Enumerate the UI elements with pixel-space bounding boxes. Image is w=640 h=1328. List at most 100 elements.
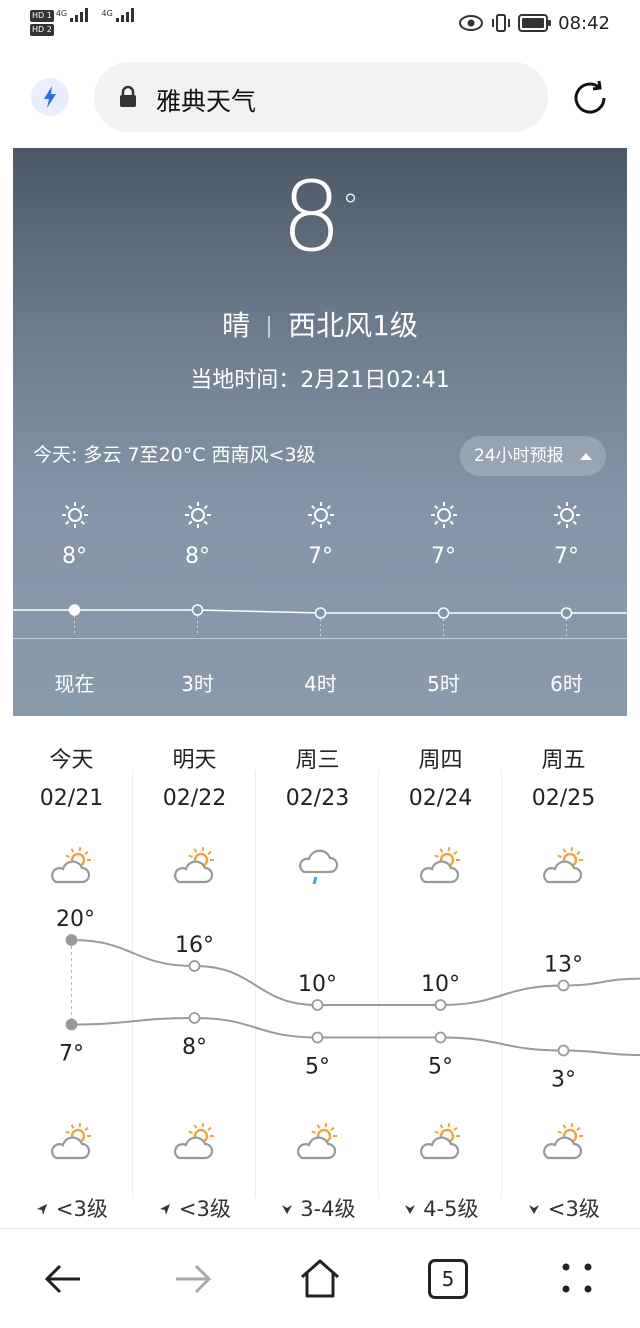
hourly-point [316, 608, 326, 618]
divider [268, 316, 270, 338]
sun-icon [429, 500, 459, 530]
home-icon [296, 1255, 344, 1301]
partly-cloudy-icon [538, 844, 590, 888]
low-temp-label: 5° [428, 1055, 453, 1080]
hourly-point [562, 608, 572, 618]
low-point [436, 1033, 446, 1043]
signal-indicators: HD 14G 4G HD 2 [30, 8, 136, 36]
hourly-sun-icon-wrap [259, 500, 382, 534]
hourly-temp: 7° [259, 544, 382, 569]
wind-level: 3-4级 [300, 1197, 355, 1221]
today-summary: 今天: 多云 7至20°C 西南风<3级 [33, 440, 316, 467]
day-wind: <3级 [133, 1193, 256, 1223]
day-weather-icon-wrap [133, 844, 256, 892]
hd1-badge: HD 1 [30, 10, 54, 22]
hourly-point [70, 605, 80, 615]
tabs-button[interactable]: 5 [428, 1259, 468, 1299]
current-temperature: 8° [13, 162, 627, 272]
hourly-point [439, 608, 449, 618]
wind-level: <3级 [56, 1197, 108, 1221]
high-point [559, 981, 569, 991]
vibrate-icon [490, 12, 512, 34]
night-weather-icon-wrap [379, 1120, 502, 1168]
home-button[interactable] [296, 1255, 344, 1301]
day-name: 周三 [256, 742, 379, 774]
high-point [67, 935, 77, 945]
speed-mode-button[interactable] [31, 78, 69, 116]
day-wind: <3级 [502, 1193, 625, 1223]
day-wind: 4-5级 [379, 1193, 502, 1223]
day-date: 02/22 [133, 786, 256, 811]
wind-text: 西北风1级 [288, 309, 418, 342]
low-temperature-line [72, 1018, 640, 1055]
menu-button[interactable] [558, 1259, 598, 1299]
address-bar[interactable]: 雅典天气 [94, 62, 548, 132]
hourly-sun-icon-wrap [382, 500, 505, 534]
wind-direction-icon [403, 1202, 417, 1216]
condition-line: 晴 西北风1级 [13, 304, 627, 344]
night-weather-icon-wrap [133, 1120, 256, 1168]
wind-level: <3级 [548, 1197, 600, 1221]
signal-icon [70, 8, 90, 22]
hourly-label: 现在 [13, 668, 136, 697]
lock-icon [118, 85, 138, 109]
more-dots-icon [558, 1259, 598, 1299]
hourly-sun-icon-wrap [13, 500, 136, 534]
high-point [313, 1000, 323, 1010]
condition-text: 晴 [222, 309, 250, 342]
refresh-icon [568, 76, 612, 120]
hourly-temp: 8° [136, 544, 259, 569]
partly-cloudy-icon [169, 844, 221, 888]
high-point [190, 961, 200, 971]
eye-icon [458, 14, 484, 32]
day-name: 周四 [379, 742, 502, 774]
sun-icon [306, 500, 336, 530]
day-date: 02/24 [379, 786, 502, 811]
signal-icon-2 [116, 8, 136, 22]
refresh-button[interactable] [568, 76, 612, 120]
wind-direction-icon [35, 1202, 49, 1216]
wind-direction-icon [280, 1202, 294, 1216]
low-point [67, 1020, 77, 1030]
day-date: 02/21 [10, 786, 133, 811]
partly-cloudy-icon [538, 1120, 590, 1164]
toggle-label: 24小时预报 [474, 446, 564, 466]
partly-cloudy-icon [292, 1120, 344, 1164]
forward-button[interactable] [168, 1257, 216, 1301]
sun-icon [183, 500, 213, 530]
status-bar: HD 14G 4G HD 2 08:42 [0, 0, 640, 48]
network-type-1: 4G [56, 9, 67, 18]
address-text: 雅典天气 [156, 82, 256, 118]
night-weather-icon-wrap [10, 1120, 133, 1168]
wind-level: <3级 [179, 1197, 231, 1221]
hourly-label: 3时 [136, 668, 259, 697]
day-wind: 3-4级 [256, 1193, 379, 1223]
day-date: 02/25 [502, 786, 625, 811]
night-weather-icon-wrap [502, 1120, 625, 1168]
sun-icon [552, 500, 582, 530]
battery-icon [518, 14, 552, 32]
back-button[interactable] [40, 1257, 88, 1301]
temperature-value: 8 [281, 161, 342, 273]
network-type-2: 4G [101, 9, 112, 18]
hourly-temp: 7° [505, 544, 627, 569]
day-weather-icon-wrap [10, 844, 133, 892]
low-temp-label: 3° [551, 1068, 576, 1093]
lightning-icon [31, 78, 69, 116]
day-name: 周五 [502, 742, 625, 774]
low-point [190, 1013, 200, 1023]
current-weather-panel: 8° 晴西北风1级 当地时间：2月21日02:41 今天: 多云 7至20°C … [13, 148, 627, 716]
high-point [436, 1000, 446, 1010]
low-temp-label: 8° [182, 1035, 207, 1060]
hourly-temp: 8° [13, 544, 136, 569]
bottom-navigation: 5 [0, 1228, 640, 1328]
hourly-sun-icon-wrap [505, 500, 627, 534]
hourly-forecast-toggle[interactable]: 24小时预报 [460, 436, 606, 476]
high-temp-label: 16° [175, 933, 214, 958]
high-temp-label: 10° [421, 972, 460, 997]
day-date: 02/23 [256, 786, 379, 811]
degree-symbol: ° [342, 187, 359, 227]
partly-cloudy-icon [415, 844, 467, 888]
day-weather-icon-wrap [502, 844, 625, 892]
low-temp-label: 5° [305, 1055, 330, 1080]
